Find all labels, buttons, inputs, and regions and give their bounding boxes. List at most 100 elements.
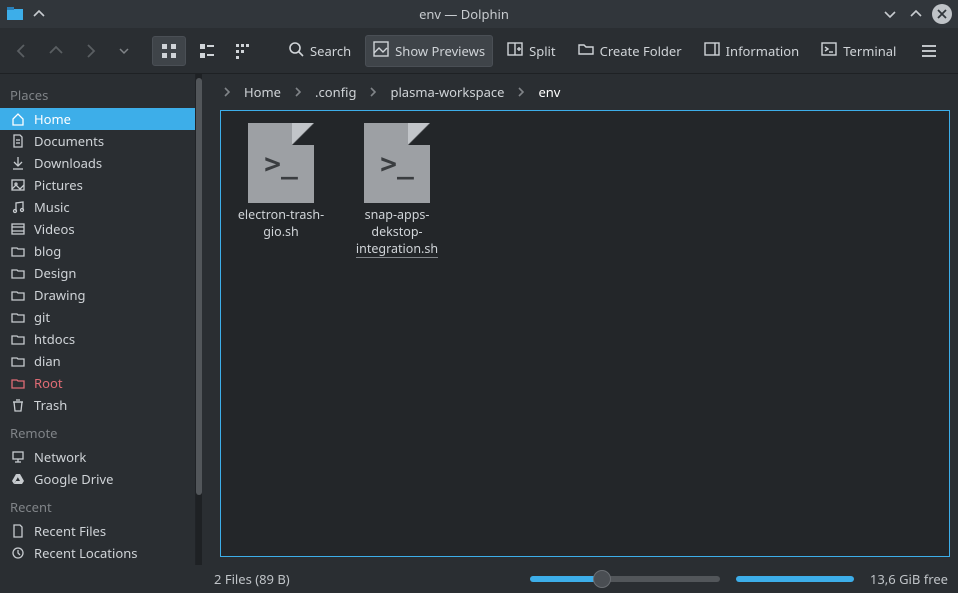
zoom-slider-handle[interactable]	[593, 570, 611, 588]
search-button[interactable]: Search	[280, 35, 359, 67]
sidebar-item-music[interactable]: Music	[0, 196, 195, 218]
status-text: 2 Files (89 B)	[214, 570, 290, 588]
sidebar-item-videos[interactable]: Videos	[0, 218, 195, 240]
sidebar-item-network[interactable]: Network	[0, 446, 195, 468]
sidebar-item-label: dian	[34, 352, 61, 370]
forward-button[interactable]	[78, 39, 102, 63]
zoom-slider[interactable]	[530, 576, 720, 582]
folder-icon	[10, 375, 26, 391]
sidebar-item-blog[interactable]: blog	[0, 240, 195, 262]
file-area[interactable]: >_ electron-trash-gio.sh >_ snap-apps-de…	[220, 110, 950, 557]
close-button[interactable]	[932, 4, 952, 24]
section-places-title: Places	[0, 78, 195, 108]
titlebar: env — Dolphin	[0, 0, 958, 28]
sidebar-item-label: Videos	[34, 220, 75, 238]
chevron-right-icon	[220, 87, 234, 97]
sidebar-item-pictures[interactable]: Pictures	[0, 174, 195, 196]
view-icons-button[interactable]	[152, 36, 186, 66]
sidebar-item-label: htdocs	[34, 330, 75, 348]
music-icon	[10, 199, 26, 215]
sidebar-item-trash[interactable]: Trash	[0, 394, 195, 416]
sidebar-item-root[interactable]: Root	[0, 372, 195, 394]
sidebar-item-label: Downloads	[34, 154, 102, 172]
split-button[interactable]: Split	[499, 35, 564, 67]
window-title: env — Dolphin	[54, 5, 874, 23]
file-area-wrap: >_ electron-trash-gio.sh >_ snap-apps-de…	[202, 110, 958, 565]
information-button[interactable]: Information	[696, 35, 808, 67]
breadcrumb: Home .config plasma-workspace env	[202, 74, 958, 110]
sidebar-item-label: git	[34, 308, 50, 326]
trash-icon	[10, 397, 26, 413]
information-icon	[704, 41, 720, 61]
folder-icon	[10, 353, 26, 369]
information-label: Information	[726, 42, 800, 60]
chevron-right-icon	[291, 87, 305, 97]
maximize-button[interactable]	[906, 4, 926, 24]
sidebar-item-downloads[interactable]: Downloads	[0, 152, 195, 174]
show-previews-button[interactable]: Show Previews	[365, 35, 493, 67]
app-icon	[6, 5, 24, 23]
videos-icon	[10, 221, 26, 237]
sidebar-item-google-drive[interactable]: Google Drive	[0, 468, 195, 490]
view-compact-button[interactable]	[192, 36, 222, 66]
sidebar-item-label: blog	[34, 242, 61, 260]
terminal-icon	[821, 41, 837, 61]
sidebar-item-drawing[interactable]: Drawing	[0, 284, 195, 306]
minimize-button[interactable]	[880, 4, 900, 24]
create-folder-button[interactable]: Create Folder	[570, 35, 690, 67]
statusbar: 2 Files (89 B) 13,6 GiB free	[196, 565, 958, 593]
up-button[interactable]	[44, 39, 68, 63]
toolbar: Search Show Previews Split Create Folder…	[0, 28, 958, 74]
show-previews-label: Show Previews	[395, 42, 485, 60]
sidebar-item-label: Design	[34, 264, 76, 282]
sidebar-item-documents[interactable]: Documents	[0, 130, 195, 152]
folder-icon	[10, 331, 26, 347]
crumb-env[interactable]: env	[532, 80, 566, 104]
create-folder-label: Create Folder	[600, 42, 682, 60]
folder-icon	[10, 287, 26, 303]
sidebar-item-label: Documents	[34, 132, 104, 150]
split-label: Split	[529, 42, 556, 60]
file-item[interactable]: >_ electron-trash-gio.sh	[223, 123, 339, 258]
file-label: electron-trash-gio.sh	[238, 207, 324, 241]
sidebar-item-design[interactable]: Design	[0, 262, 195, 284]
sidebar-item-recent-locations[interactable]: Recent Locations	[0, 542, 195, 564]
sidebar-item-htdocs[interactable]: htdocs	[0, 328, 195, 350]
sidebar-item-label: Recent Files	[34, 522, 106, 540]
disk-usage-bar[interactable]	[736, 576, 854, 582]
zoom-slider-fill	[530, 576, 602, 582]
chevron-right-icon	[366, 87, 380, 97]
body: Places Home Documents Downloads Pictures…	[0, 74, 958, 565]
search-icon	[288, 41, 304, 61]
terminal-label: Terminal	[843, 42, 896, 60]
section-recent-title: Recent	[0, 490, 195, 520]
script-file-icon: >_	[364, 123, 430, 203]
sidebar-item-dian[interactable]: dian	[0, 350, 195, 372]
main: Home .config plasma-workspace env >_ ele…	[202, 74, 958, 565]
keep-above-icon[interactable]	[30, 5, 48, 23]
nav-history-dropdown[interactable]	[112, 39, 136, 63]
gdrive-icon	[10, 471, 26, 487]
crumb-plasma-workspace[interactable]: plasma-workspace	[384, 80, 510, 104]
back-button[interactable]	[10, 39, 34, 63]
view-details-button[interactable]	[228, 36, 258, 66]
sidebar-item-label: Network	[34, 448, 86, 466]
recent-locations-icon	[10, 545, 26, 561]
recent-files-icon	[10, 523, 26, 539]
sidebar-item-label: Pictures	[34, 176, 83, 194]
sidebar-item-label: Music	[34, 198, 70, 216]
terminal-button[interactable]: Terminal	[813, 35, 904, 67]
script-file-icon: >_	[248, 123, 314, 203]
sidebar-item-recent-files[interactable]: Recent Files	[0, 520, 195, 542]
previews-icon	[373, 41, 389, 61]
split-icon	[507, 41, 523, 61]
network-icon	[10, 449, 26, 465]
file-item[interactable]: >_ snap-apps-dekstop-integration.sh	[339, 123, 455, 258]
sidebar-item-home[interactable]: Home	[0, 108, 195, 130]
pictures-icon	[10, 177, 26, 193]
sidebar-item-label: Root	[34, 374, 63, 392]
sidebar-item-git[interactable]: git	[0, 306, 195, 328]
crumb-home[interactable]: Home	[238, 80, 287, 104]
menu-button[interactable]	[914, 36, 944, 66]
crumb-config[interactable]: .config	[309, 80, 362, 104]
